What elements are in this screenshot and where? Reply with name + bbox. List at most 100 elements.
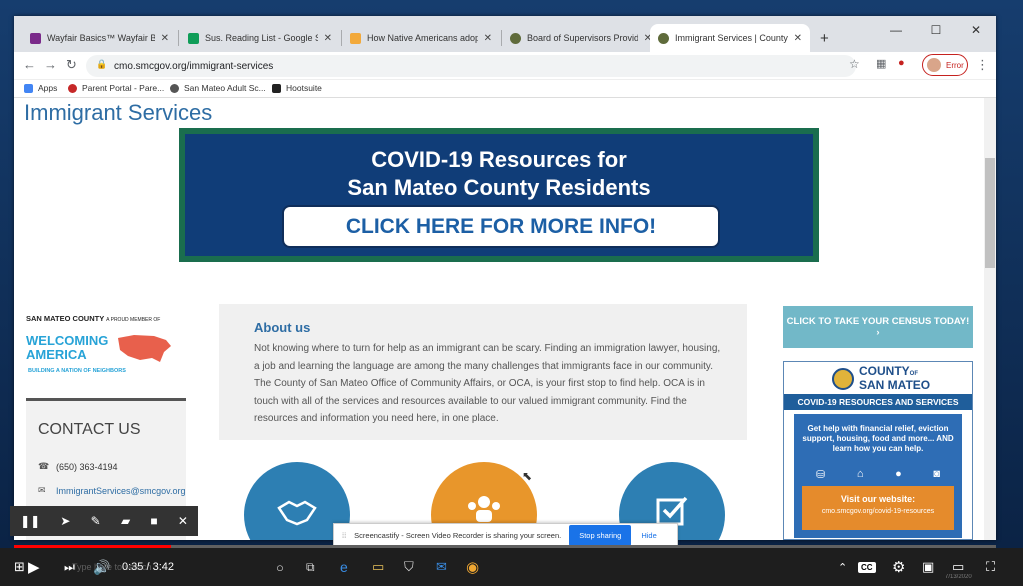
county-seal-favicon-icon: [510, 32, 521, 44]
logo-america: AMERICA: [26, 347, 87, 362]
tab-board-supervisors[interactable]: Board of Supervisors Provides $ ✕: [502, 24, 660, 52]
forward-icon[interactable]: →: [44, 57, 57, 72]
back-icon[interactable]: ←: [23, 57, 36, 72]
article-favicon-icon: [350, 32, 361, 44]
logo-welcoming-america: WELCOMING AMERICA: [26, 334, 108, 362]
sheets-favicon-icon: [188, 32, 199, 44]
reload-icon[interactable]: ↻: [66, 57, 77, 73]
covid-card-help: Get help with financial relief, eviction…: [802, 424, 954, 453]
tab-title: Immigrant Services | County Man: [675, 33, 788, 43]
visit-website-box[interactable]: Visit our website: cmo.smcgov.org/covid-…: [802, 486, 954, 530]
tab-immigrant-services[interactable]: Immigrant Services | County Man ✕: [650, 24, 810, 52]
close-tab-icon[interactable]: ✕: [794, 33, 802, 44]
close-tab-icon[interactable]: ✕: [484, 33, 492, 44]
parent-portal-icon: [68, 83, 77, 93]
apple-icon: ●: [895, 468, 902, 480]
tab-title: How Native Americans adopted: [367, 33, 478, 43]
avatar: [927, 58, 941, 72]
covid-banner[interactable]: COVID-19 Resources for San Mateo County …: [179, 128, 819, 262]
tab-reading-list[interactable]: Sus. Reading List - Google Sheets ✕: [180, 24, 340, 52]
new-tab-button[interactable]: +: [812, 24, 836, 52]
miniplayer-icon[interactable]: ▣: [922, 548, 934, 586]
phone-icon: ☎: [38, 461, 50, 471]
close-window-icon[interactable]: ✕: [956, 16, 996, 44]
scrollbar-thumb[interactable]: [985, 158, 995, 268]
covid-card-bar: COVID-19 RESOURCES AND SERVICES: [784, 394, 972, 410]
web-page: Immigrant Services COVID-19 Resources fo…: [14, 98, 984, 540]
profile-button[interactable]: Error: [922, 54, 968, 76]
sharing-message: Screencastify - Screen Video Recorder is…: [354, 530, 562, 540]
tab-title: Sus. Reading List - Google Sheets: [205, 33, 318, 43]
tray-chevron-icon[interactable]: ⌃: [838, 548, 847, 586]
census-arrow-icon: ›: [876, 327, 880, 338]
relief-icon: ⛁: [816, 469, 826, 481]
close-tab-icon[interactable]: ✕: [324, 33, 332, 44]
bookmarks-bar: Apps Parent Portal - Pare... San Mateo A…: [14, 80, 996, 98]
page-scrollbar[interactable]: [984, 98, 996, 540]
covid-banner-inner: COVID-19 Resources for San Mateo County …: [185, 134, 813, 256]
menu-kebab-icon[interactable]: ⋮: [976, 57, 989, 73]
logo-member-text: A PROUD MEMBER OF: [106, 317, 161, 323]
minimize-icon[interactable]: —: [876, 16, 916, 44]
tab-native-americans[interactable]: How Native Americans adopted ✕: [342, 24, 500, 52]
address-bar[interactable]: 🔒 cmo.smcgov.org/immigrant-services: [86, 55, 856, 77]
eraser-tool-icon[interactable]: ▰: [121, 514, 130, 528]
close-toolbar-icon[interactable]: ✕: [178, 514, 188, 528]
play-icon[interactable]: ▶: [28, 548, 40, 586]
windows-start-icon[interactable]: ⊞: [14, 548, 25, 586]
store-icon[interactable]: ⛉: [404, 548, 414, 586]
more-info-button[interactable]: CLICK HERE FOR MORE INFO!: [282, 205, 720, 248]
pen-tool-icon[interactable]: ✎: [91, 514, 101, 528]
maximize-icon[interactable]: ☐: [916, 16, 956, 44]
cortana-icon[interactable]: ○: [276, 548, 284, 586]
house-icon: ⌂: [856, 468, 864, 480]
taskbar-search-hint[interactable]: Type here to search: [72, 548, 152, 586]
tab-wayfair[interactable]: Wayfair Basics™ Wayfair Basics 2 ✕: [22, 24, 177, 52]
cursor-tool-icon[interactable]: ➤: [60, 514, 70, 528]
contact-email[interactable]: ImmigrantServices@smcgov.org: [56, 486, 186, 496]
extension-red-icon[interactable]: ●: [898, 57, 905, 69]
captions-button[interactable]: CC: [858, 548, 876, 586]
chrome-taskbar-icon[interactable]: ◉: [466, 548, 479, 586]
fullscreen-icon[interactable]: ⛶: [986, 548, 995, 586]
visit-url[interactable]: cmo.smcgov.org/covid-19-resources: [802, 504, 954, 515]
close-tab-icon[interactable]: ✕: [161, 33, 169, 44]
camera-icon: ◙: [933, 468, 940, 480]
about-heading: About us: [254, 320, 311, 335]
bookmark-apps[interactable]: Apps: [24, 83, 57, 93]
tab-separator: [178, 30, 179, 46]
wayfair-favicon-icon: [30, 32, 41, 44]
edge-icon[interactable]: e: [340, 548, 348, 586]
logo-welcoming: WELCOMING: [26, 333, 109, 348]
covid-resources-card[interactable]: COUNTYOF SAN MATEO COVID-19 RESOURCES AN…: [783, 361, 973, 540]
logo-county-line: SAN MATEO COUNTY A PROUD MEMBER OF: [26, 314, 196, 323]
census-button[interactable]: CLICK TO TAKE YOUR CENSUS TODAY! ›: [783, 306, 973, 348]
task-view-icon[interactable]: ⧉: [306, 548, 315, 586]
pause-icon[interactable]: ❚❚: [20, 514, 40, 528]
group-icon: [468, 496, 500, 522]
covid-card-body: Get help with financial relief, eviction…: [794, 414, 962, 538]
stop-sharing-button[interactable]: Stop sharing: [569, 524, 632, 546]
extension-icon[interactable]: ▦: [876, 57, 886, 70]
file-explorer-icon[interactable]: ▭: [372, 548, 384, 586]
hide-button[interactable]: Hide: [641, 531, 656, 540]
covid-title-line2: San Mateo County Residents: [347, 175, 651, 200]
bookmark-adult-school[interactable]: San Mateo Adult Sc...: [170, 83, 266, 93]
apps-grid-icon: [24, 83, 33, 93]
contact-heading: CONTACT US: [38, 421, 141, 438]
contact-phone[interactable]: (650) 363-4194: [56, 462, 118, 472]
bookmark-parent-portal[interactable]: Parent Portal - Pare...: [68, 83, 164, 93]
visit-label: Visit our website:: [840, 494, 916, 504]
drag-grip-icon[interactable]: ⁞⁞: [342, 531, 346, 540]
page-title: Immigrant Services: [24, 100, 213, 125]
covid-title-line1: COVID-19 Resources for: [371, 147, 627, 172]
settings-gear-icon[interactable]: ⚙: [892, 548, 905, 586]
bookmark-hootsuite[interactable]: Hootsuite: [272, 83, 322, 93]
bookmark-label: Apps: [38, 83, 58, 93]
bookmark-star-icon[interactable]: ☆: [849, 57, 860, 71]
mail-icon[interactable]: ✉: [436, 548, 447, 586]
video-controls: ⊞ ▶ ⏭ 🔊 0:35 / 3:42 Type here to search …: [0, 548, 1023, 586]
camera-tool-icon[interactable]: ■: [150, 514, 157, 528]
taskbar-clock: 7/13/2020: [945, 574, 972, 580]
about-section: About us Not knowing where to turn for h…: [219, 304, 747, 440]
